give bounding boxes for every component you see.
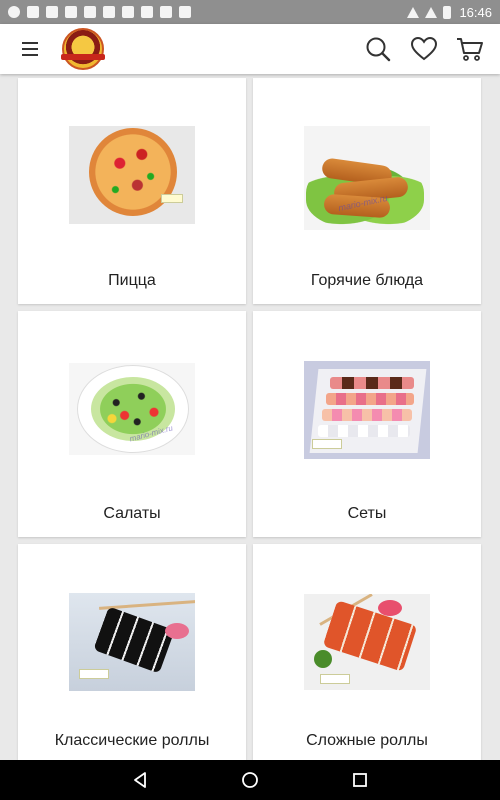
category-label: Пицца: [108, 272, 156, 289]
recents-button[interactable]: [340, 764, 380, 796]
menu-icon: [22, 42, 38, 44]
label-graphic: [320, 674, 350, 684]
category-label: Горячие блюда: [310, 272, 424, 289]
category-label: Салаты: [103, 505, 161, 522]
rolls-graphic: [93, 606, 175, 674]
favorites-button[interactable]: [408, 33, 440, 65]
message-icon: [160, 6, 172, 18]
hot-dishes-image: mario-mix.ru: [304, 126, 430, 230]
sushi-row-graphic: [326, 393, 414, 405]
app-actions: [362, 33, 500, 65]
menu-button[interactable]: [0, 24, 60, 74]
pizza-image: [69, 126, 195, 224]
category-label: Классические роллы: [54, 732, 210, 749]
category-card-complex-rolls[interactable]: Сложные роллы: [253, 544, 481, 760]
sushi-row-graphic: [322, 409, 412, 421]
logo-ribbon: [61, 54, 105, 60]
sushi-row-graphic: [330, 377, 414, 389]
image-icon: [46, 6, 58, 18]
cart-button[interactable]: [454, 33, 486, 65]
status-bar: 16:46: [0, 0, 500, 24]
greenery-graphic: [314, 650, 332, 668]
ginger-graphic: [378, 600, 402, 616]
home-icon: [242, 772, 258, 788]
category-label: Сеты: [347, 505, 387, 522]
system-nav-bar: [0, 760, 500, 800]
image-icon: [103, 6, 115, 18]
label-graphic: [79, 669, 109, 679]
sushi-sets-image: [304, 361, 430, 459]
search-button[interactable]: [362, 33, 394, 65]
recents-icon: [353, 773, 367, 787]
app-icon: [179, 6, 191, 18]
label-graphic: [312, 439, 342, 449]
back-icon: [134, 772, 146, 788]
clock: 16:46: [459, 4, 492, 20]
home-button[interactable]: [230, 764, 270, 796]
category-card-hot-dishes[interactable]: mario-mix.ru Горячие блюда: [253, 78, 481, 304]
category-label: Сложные роллы: [306, 732, 428, 749]
menu-icon-bar: [22, 48, 38, 50]
back-button[interactable]: [120, 764, 160, 796]
app-bar: [0, 24, 500, 74]
notification-icon: [8, 6, 20, 18]
cart-icon: [457, 38, 483, 61]
category-card-pizza[interactable]: Пицца: [18, 78, 246, 304]
heart-icon: [410, 36, 438, 61]
wifi-icon: [407, 6, 420, 18]
category-card-sets[interactable]: Сеты: [253, 311, 481, 537]
category-card-classic-rolls[interactable]: Классические роллы: [18, 544, 246, 760]
rolls-graphic: [322, 600, 418, 672]
menu-icon-bar: [22, 54, 38, 56]
image-icon: [65, 6, 77, 18]
sushi-row-graphic: [318, 425, 410, 437]
notification-icons: [8, 6, 191, 18]
price-tag-graphic: [161, 194, 183, 203]
ginger-graphic: [165, 623, 189, 639]
salad-image: mario-mix.ru: [69, 363, 195, 455]
battery-icon: [443, 5, 452, 19]
system-status: 16:46: [407, 5, 492, 20]
category-grid: Пицца mario-mix.ru Горячие блюда mario-m…: [0, 74, 500, 760]
brand-logo[interactable]: [61, 28, 105, 70]
search-icon: [366, 37, 391, 62]
image-icon: [141, 6, 153, 18]
image-icon: [122, 6, 134, 18]
notification-icon: [27, 6, 39, 18]
classic-rolls-image: [69, 593, 195, 691]
signal-icon: [425, 6, 438, 18]
mail-icon: [84, 6, 96, 18]
complex-rolls-image: [304, 594, 430, 690]
category-card-salads[interactable]: mario-mix.ru Салаты: [18, 311, 246, 537]
